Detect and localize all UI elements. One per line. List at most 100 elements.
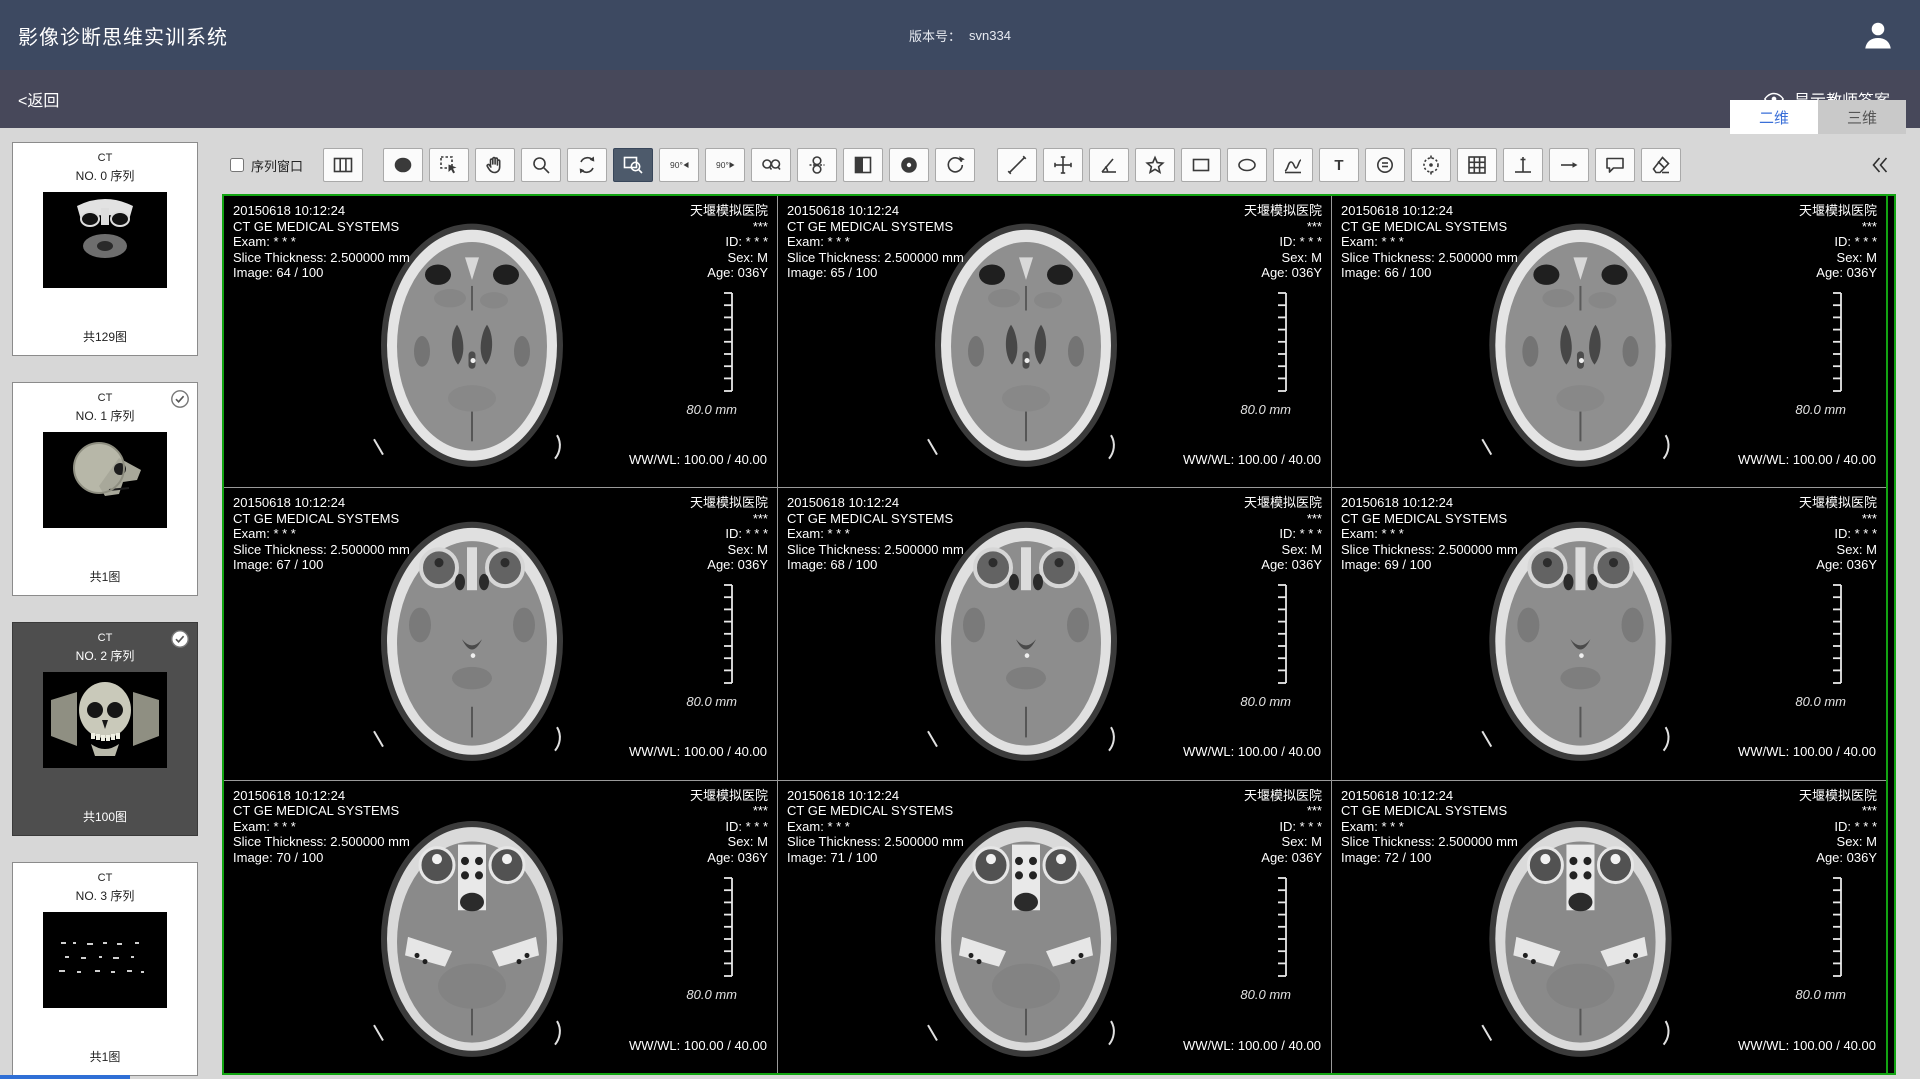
series-image-count: 共1图	[90, 568, 121, 585]
cell-info-top-right: 天堰模拟医院 *** ID: * * * Sex: M Age: 036Y	[1244, 495, 1322, 573]
cell-patient-name-masked: ***	[1244, 219, 1322, 235]
viewer-cell[interactable]: 20150618 10:12:24 CT GE MEDICAL SYSTEMS …	[778, 488, 1332, 780]
toolbar-group: 90°90°	[383, 148, 975, 182]
flip-vertical-icon[interactable]	[797, 148, 837, 182]
point-measure-icon[interactable]	[1411, 148, 1451, 182]
rotate-icon[interactable]	[567, 148, 607, 182]
cell-datetime: 20150618 10:12:24	[1341, 203, 1518, 219]
angle-measure-icon[interactable]	[1089, 148, 1129, 182]
series-thumbnail	[43, 672, 167, 768]
select-cursor-icon[interactable]	[429, 148, 469, 182]
star-icon[interactable]	[1135, 148, 1175, 182]
back-button[interactable]: <返回	[18, 87, 59, 111]
cell-info-top-right: 天堰模拟医院 *** ID: * * * Sex: M Age: 036Y	[1244, 203, 1322, 281]
scale-ruler	[719, 584, 735, 684]
cell-patient-name-masked: ***	[690, 511, 768, 527]
collapse-panel-icon[interactable]	[1862, 148, 1896, 182]
histogram-icon[interactable]	[1273, 148, 1313, 182]
cell-datetime: 20150618 10:12:24	[1341, 788, 1518, 804]
flip-horizontal-icon[interactable]	[751, 148, 791, 182]
scale-ruler	[1273, 584, 1289, 684]
app-header: 影像诊断思维实训系统 版本号： svn334	[0, 0, 1920, 70]
series-card[interactable]: CT NO. 2 序列 共100图	[12, 622, 198, 836]
comment-icon[interactable]	[1595, 148, 1635, 182]
cell-exam: Exam: * * *	[233, 526, 410, 542]
cell-datetime: 20150618 10:12:24	[787, 495, 964, 511]
cell-exam: Exam: * * *	[787, 526, 964, 542]
cell-sex: Sex: M	[1799, 250, 1877, 266]
series-modality: CT	[98, 392, 113, 404]
series-image-count: 共1图	[90, 1048, 121, 1065]
eraser-icon[interactable]	[1641, 148, 1681, 182]
cell-info-top-right: 天堰模拟医院 *** ID: * * * Sex: M Age: 036Y	[690, 495, 768, 573]
invert-icon[interactable]	[843, 148, 883, 182]
pan-hand-icon[interactable]	[475, 148, 515, 182]
series-card[interactable]: CT NO. 0 序列 共129图	[12, 142, 198, 356]
ellipse-roi-icon[interactable]	[1227, 148, 1267, 182]
circle-annotation-icon[interactable]	[1365, 148, 1405, 182]
cell-sex: Sex: M	[690, 250, 768, 266]
tab-2d[interactable]: 二维	[1730, 100, 1818, 134]
tab-3d[interactable]: 三维	[1818, 100, 1906, 134]
layout-columns-icon[interactable]	[323, 148, 363, 182]
series-modality: CT	[98, 632, 113, 644]
cell-info-top-right: 天堰模拟医院 *** ID: * * * Sex: M Age: 036Y	[1799, 495, 1877, 573]
window-level-icon[interactable]	[889, 148, 929, 182]
viewport-scroll-edge	[1886, 196, 1888, 1073]
cross-measure-icon[interactable]	[1043, 148, 1083, 182]
text-annotation-icon[interactable]: T	[1319, 148, 1359, 182]
series-name: NO. 3 序列	[76, 887, 135, 904]
cell-image-index: Image: 69 / 100	[1341, 557, 1518, 573]
zoom-icon[interactable]	[521, 148, 561, 182]
cell-manufacturer: CT GE MEDICAL SYSTEMS	[787, 219, 964, 235]
viewer-cell[interactable]: 20150618 10:12:24 CT GE MEDICAL SYSTEMS …	[778, 196, 1332, 488]
viewer-cell[interactable]: 20150618 10:12:24 CT GE MEDICAL SYSTEMS …	[224, 488, 778, 780]
zoom-region-icon[interactable]	[613, 148, 653, 182]
series-image-count: 共100图	[83, 808, 127, 825]
line-measure-icon[interactable]	[997, 148, 1037, 182]
grid-icon[interactable]	[1457, 148, 1497, 182]
cell-image-index: Image: 64 / 100	[233, 265, 410, 281]
user-avatar-icon[interactable]	[1860, 17, 1896, 53]
cell-patient-id: ID: * * *	[690, 234, 768, 250]
shutter-icon[interactable]	[383, 148, 423, 182]
reset-icon[interactable]	[935, 148, 975, 182]
cell-info-top-left: 20150618 10:12:24 CT GE MEDICAL SYSTEMS …	[787, 203, 964, 281]
cell-patient-name-masked: ***	[690, 803, 768, 819]
cell-patient-name-masked: ***	[1244, 511, 1322, 527]
cell-exam: Exam: * * *	[233, 234, 410, 250]
series-sidebar: CT NO. 0 序列 共129图 CT NO. 1 序列 共1图 CT NO.…	[0, 128, 212, 1079]
viewer-cell[interactable]: 20150618 10:12:24 CT GE MEDICAL SYSTEMS …	[778, 781, 1332, 1073]
viewport-area: 20150618 10:12:24 CT GE MEDICAL SYSTEMS …	[222, 194, 1896, 1075]
series-name: NO. 1 序列	[76, 407, 135, 424]
cell-patient-id: ID: * * *	[1244, 526, 1322, 542]
cell-info-top-right: 天堰模拟医院 *** ID: * * * Sex: M Age: 036Y	[1799, 788, 1877, 866]
series-name: NO. 0 序列	[76, 167, 135, 184]
viewer-cell[interactable]: 20150618 10:12:24 CT GE MEDICAL SYSTEMS …	[224, 196, 778, 488]
cell-manufacturer: CT GE MEDICAL SYSTEMS	[787, 803, 964, 819]
viewer-cell[interactable]: 20150618 10:12:24 CT GE MEDICAL SYSTEMS …	[224, 781, 778, 1073]
cell-image-index: Image: 68 / 100	[787, 557, 964, 573]
arrow-annotation-icon[interactable]	[1549, 148, 1589, 182]
cell-slice-thickness: Slice Thickness: 2.500000 mm	[233, 542, 410, 558]
cell-scale-label: 80.0 mm	[686, 402, 737, 418]
cell-window-level: WW/WL: 100.00 / 40.00	[629, 452, 767, 468]
cell-manufacturer: CT GE MEDICAL SYSTEMS	[1341, 511, 1518, 527]
series-window-checkbox[interactable]	[230, 158, 244, 172]
scale-ruler	[1828, 877, 1844, 977]
viewer-cell[interactable]: 20150618 10:12:24 CT GE MEDICAL SYSTEMS …	[1332, 488, 1886, 780]
cell-datetime: 20150618 10:12:24	[787, 203, 964, 219]
viewer-cell[interactable]: 20150618 10:12:24 CT GE MEDICAL SYSTEMS …	[1332, 781, 1886, 1073]
series-card[interactable]: CT NO. 3 序列 共1图	[12, 862, 198, 1076]
svg-text:T: T	[1334, 157, 1343, 174]
viewer-cell[interactable]: 20150618 10:12:24 CT GE MEDICAL SYSTEMS …	[1332, 196, 1886, 488]
cell-patient-id: ID: * * *	[690, 819, 768, 835]
perpendicular-icon[interactable]	[1503, 148, 1543, 182]
rotate-right-90-icon[interactable]: 90°	[705, 148, 745, 182]
rect-roi-icon[interactable]	[1181, 148, 1221, 182]
rotate-left-90-icon[interactable]: 90°	[659, 148, 699, 182]
series-card[interactable]: CT NO. 1 序列 共1图	[12, 382, 198, 596]
cell-info-top-right: 天堰模拟医院 *** ID: * * * Sex: M Age: 036Y	[1799, 203, 1877, 281]
cell-scale-label: 80.0 mm	[1795, 402, 1846, 418]
cell-window-level: WW/WL: 100.00 / 40.00	[1183, 1038, 1321, 1054]
